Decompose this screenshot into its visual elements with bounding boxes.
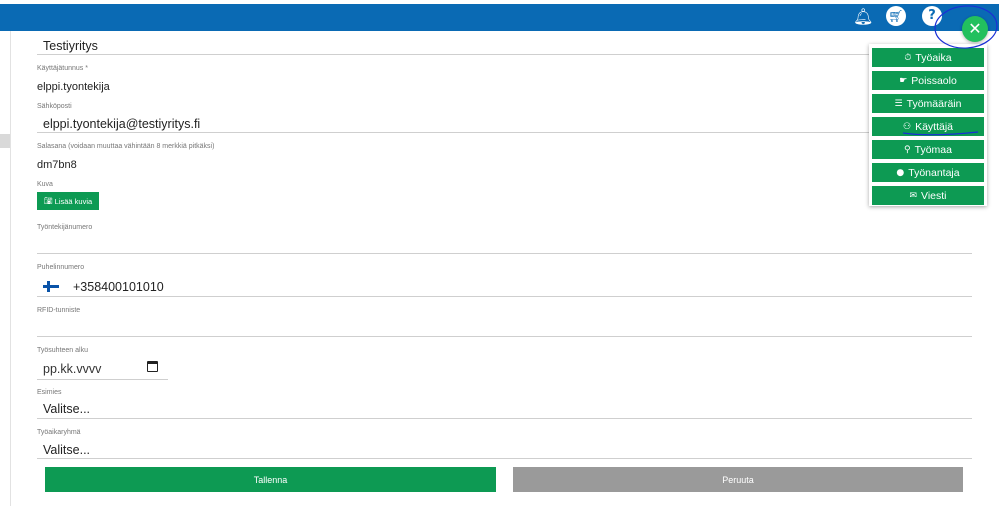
supervisor-select[interactable]: Valitse...: [43, 402, 90, 416]
quick-add-menu: ⏱ Työaika ☛ Poissaolo ☰ Työmääräin ⚇ Käy…: [869, 44, 987, 206]
menu-item-label: Työaika: [915, 51, 952, 64]
menu-item-tyonantaja[interactable]: ● Työnantaja: [872, 163, 984, 182]
menu-item-label: Työmaa: [914, 143, 952, 156]
thumb-icon: ☛: [899, 75, 908, 86]
employee-number-label: Työntekijänumero: [37, 224, 93, 231]
menu-item-tyomaarain[interactable]: ☰ Työmääräin: [872, 94, 984, 113]
add-photos-button[interactable]: 📷︎ Lisää kuvia: [37, 192, 99, 210]
menu-item-kayttaja[interactable]: ⚇ Käyttäjä: [872, 117, 984, 136]
menu-item-poissaolo[interactable]: ☛ Poissaolo: [872, 71, 984, 90]
email-label: Sähköposti: [37, 103, 72, 110]
envelope-icon: ✉: [909, 190, 918, 201]
help-icon[interactable]: ?: [922, 6, 942, 26]
photo-label: Kuva: [37, 181, 53, 188]
company-underline: [37, 54, 972, 55]
calendar-icon[interactable]: [147, 361, 158, 372]
users-icon: ⚇: [902, 121, 912, 132]
company-value[interactable]: Testiyritys: [43, 39, 98, 53]
work-time-group-underline: [37, 458, 972, 459]
menu-item-viesti[interactable]: ✉ Viesti: [872, 186, 984, 205]
camera-icon: 📷︎: [43, 197, 53, 205]
finland-flag-icon[interactable]: [43, 281, 59, 292]
save-button[interactable]: Tallenna: [45, 467, 496, 492]
bell-icon[interactable]: 🔔︎: [853, 8, 873, 26]
supervisor-label: Esimies: [37, 389, 62, 396]
left-divider: [10, 31, 11, 506]
add-photos-label: Lisää kuvia: [54, 196, 93, 206]
phone-underline: [37, 296, 972, 297]
start-date-label: Työsuhteen alku: [37, 347, 88, 354]
menu-item-label: Työmääräin: [906, 97, 962, 110]
password-value[interactable]: dm7bn8: [37, 159, 77, 171]
password-label: Salasana (voidaan muuttaa vähintään 8 me…: [37, 143, 215, 150]
email-field[interactable]: elppi.tyontekija@testiyritys.fi: [43, 117, 200, 131]
phone-field[interactable]: +358400101010: [73, 280, 164, 294]
close-icon[interactable]: ✕: [962, 16, 988, 42]
start-date-placeholder: pp.kk.vvvv: [43, 362, 102, 376]
rfid-underline: [37, 336, 972, 337]
username-label: Käyttäjätunnus *: [37, 65, 88, 72]
stopwatch-icon: ⏱: [904, 52, 912, 63]
menu-item-label: Käyttäjä: [915, 120, 954, 133]
person-icon: ●: [896, 167, 905, 178]
work-time-group-label: Työaikaryhmä: [37, 429, 81, 436]
supervisor-underline: [37, 418, 972, 419]
employee-number-underline: [37, 253, 972, 254]
site-icon: ⚲: [904, 144, 911, 155]
list-icon: ☰: [894, 98, 903, 109]
left-scroll-marker: [0, 134, 10, 148]
menu-item-tyoaika[interactable]: ⏱ Työaika: [872, 48, 984, 67]
top-header-bar: 🔔︎ 🛒︎ ?: [0, 4, 999, 31]
work-time-group-select[interactable]: Valitse...: [43, 443, 90, 457]
username-value[interactable]: elppi.tyontekija: [37, 81, 110, 93]
cart-icon[interactable]: 🛒︎: [886, 6, 906, 26]
menu-item-label: Poissaolo: [911, 74, 957, 87]
email-underline: [37, 132, 972, 133]
phone-label: Puhelinnumero: [37, 264, 85, 271]
menu-item-label: Työnantaja: [908, 166, 960, 179]
cancel-button[interactable]: Peruuta: [513, 467, 963, 492]
menu-item-tyomaa[interactable]: ⚲ Työmaa: [872, 140, 984, 159]
rfid-label: RFID-tunniste: [37, 307, 81, 314]
menu-item-label: Viesti: [921, 189, 947, 202]
